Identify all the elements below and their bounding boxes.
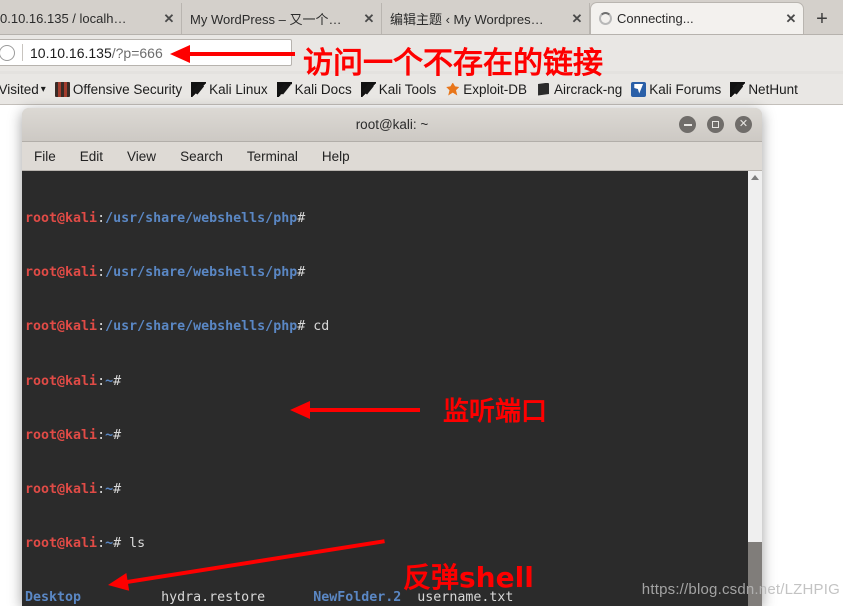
globe-icon [0,44,15,61]
menu-item-file[interactable]: File [34,149,56,164]
bookmark-label: Offensive Security [72,81,183,97]
tab-title: 0.10.16.135 / localh… [0,11,127,26]
tab-title: Connecting... [617,11,694,26]
terminal-line: root@kali:/usr/share/webshells/php# cd [25,319,330,335]
divider [22,44,23,61]
close-icon[interactable]: ✕ [161,11,177,27]
terminal-scrollbar[interactable] [747,171,762,606]
bookmark-label: Kali Docs [294,81,352,97]
url-text: 10.10.16.135/?p=666 [30,45,163,61]
bookmark-kali-forums[interactable]: Kali Forums [631,81,722,97]
arrowhead [290,401,310,419]
close-icon[interactable]: ✕ [569,11,585,27]
url-host: 10.10.16.135 [30,44,112,61]
bookmark-nethunter[interactable]: NetHunt [730,81,798,97]
bookmark-kali-docs[interactable]: Kali Docs [276,81,352,97]
menu-item-search[interactable]: Search [180,149,223,164]
chevron-up-icon[interactable] [751,175,759,180]
browser-tab-2[interactable]: 编辑主题 ‹ My Wordpres… ✕ [382,3,590,34]
terminal-line: root@kali:/usr/share/webshells/php# [25,265,306,281]
arrow-shaft [308,408,420,412]
tab-title: 编辑主题 ‹ My Wordpres… [390,12,544,27]
bookmark-label: Exploit-DB [463,81,528,97]
bookmark-exploit-db[interactable]: Exploit-DB [445,82,527,97]
browser-tab-1[interactable]: My WordPress – 又一个… ✕ [182,3,382,34]
arrow-shaft [187,52,295,56]
terminal-line: root@kali:~# ls [25,535,146,551]
nc-annotation-text: 监听端口 [443,397,548,427]
bookmark-aircrack-ng[interactable]: Aircrack-ng [536,82,622,97]
bookmark-kali-tools[interactable]: Kali Tools [360,81,437,97]
menu-item-help[interactable]: Help [322,149,350,164]
close-icon[interactable]: ✕ [783,11,799,27]
tab-strip: 0.10.16.135 / localh… ✕ My WordPress – 又… [0,0,843,35]
chevron-down-icon: ▾ [40,83,46,95]
bookmark-label: NetHunt [748,81,798,97]
dragon-icon [730,81,746,97]
bookmark-label: Kali Tools [378,81,437,97]
menu-item-edit[interactable]: Edit [80,149,103,164]
terminal-window: root@kali: ~ ✕ File Edit View Search Ter… [22,108,762,606]
bookmark-label: Kali Forums [649,81,722,97]
window-controls: ✕ [679,116,752,133]
maximize-button[interactable] [707,116,724,133]
aircrack-icon [536,82,551,97]
tab-title: My WordPress – 又一个… [190,12,342,27]
offsec-icon [54,81,70,97]
browser-tab-3[interactable]: Connecting... ✕ [590,2,804,34]
new-tab-button[interactable]: + [808,6,836,32]
dragon-icon [276,81,292,97]
url-path: /?p=666 [111,44,163,61]
terminal-line: Desktop hydra.restore NewFolder.2 userna… [25,590,514,606]
terminal-menubar: File Edit View Search Terminal Help [22,142,762,171]
dragon-icon [191,81,207,97]
bookmark-most-visited[interactable]: t Visited ▾ [0,82,46,97]
terminal-line: root@kali:~# [25,427,122,443]
browser-tab-0[interactable]: 0.10.16.135 / localh… ✕ [0,3,182,34]
bookmark-label: t Visited [0,81,39,97]
bookmark-offensive-security[interactable]: Offensive Security [54,81,183,97]
dragon-icon [360,81,376,97]
url-annotation-text: 访问一个不存在的链接 [303,46,603,81]
terminal-line: root@kali:/usr/share/webshells/php# [25,211,306,227]
exploit-db-icon [445,82,460,97]
loading-spinner-icon [599,12,612,25]
shell-annotation-text: 反弹shell [403,561,534,594]
terminal-titlebar[interactable]: root@kali: ~ ✕ [22,108,762,142]
menu-item-view[interactable]: View [127,149,156,164]
bookmark-kali-linux[interactable]: Kali Linux [191,81,268,97]
scrollbar-thumb[interactable] [748,542,762,606]
close-icon[interactable]: ✕ [361,11,377,27]
menu-item-terminal[interactable]: Terminal [247,149,298,164]
terminal-line: root@kali:~# [25,481,122,497]
close-button[interactable]: ✕ [735,116,752,133]
bookmark-label: Kali Linux [209,81,268,97]
window-title: root@kali: ~ [355,117,429,132]
bookmark-label: Aircrack-ng [554,81,623,97]
kali-forums-icon [631,81,647,97]
terminal-line: root@kali:~# [25,373,122,389]
terminal-body[interactable]: root@kali:/usr/share/webshells/php# root… [22,171,762,606]
minimize-button[interactable] [679,116,696,133]
screenshot-root: 0.10.16.135 / localh… ✕ My WordPress – 又… [0,0,843,606]
